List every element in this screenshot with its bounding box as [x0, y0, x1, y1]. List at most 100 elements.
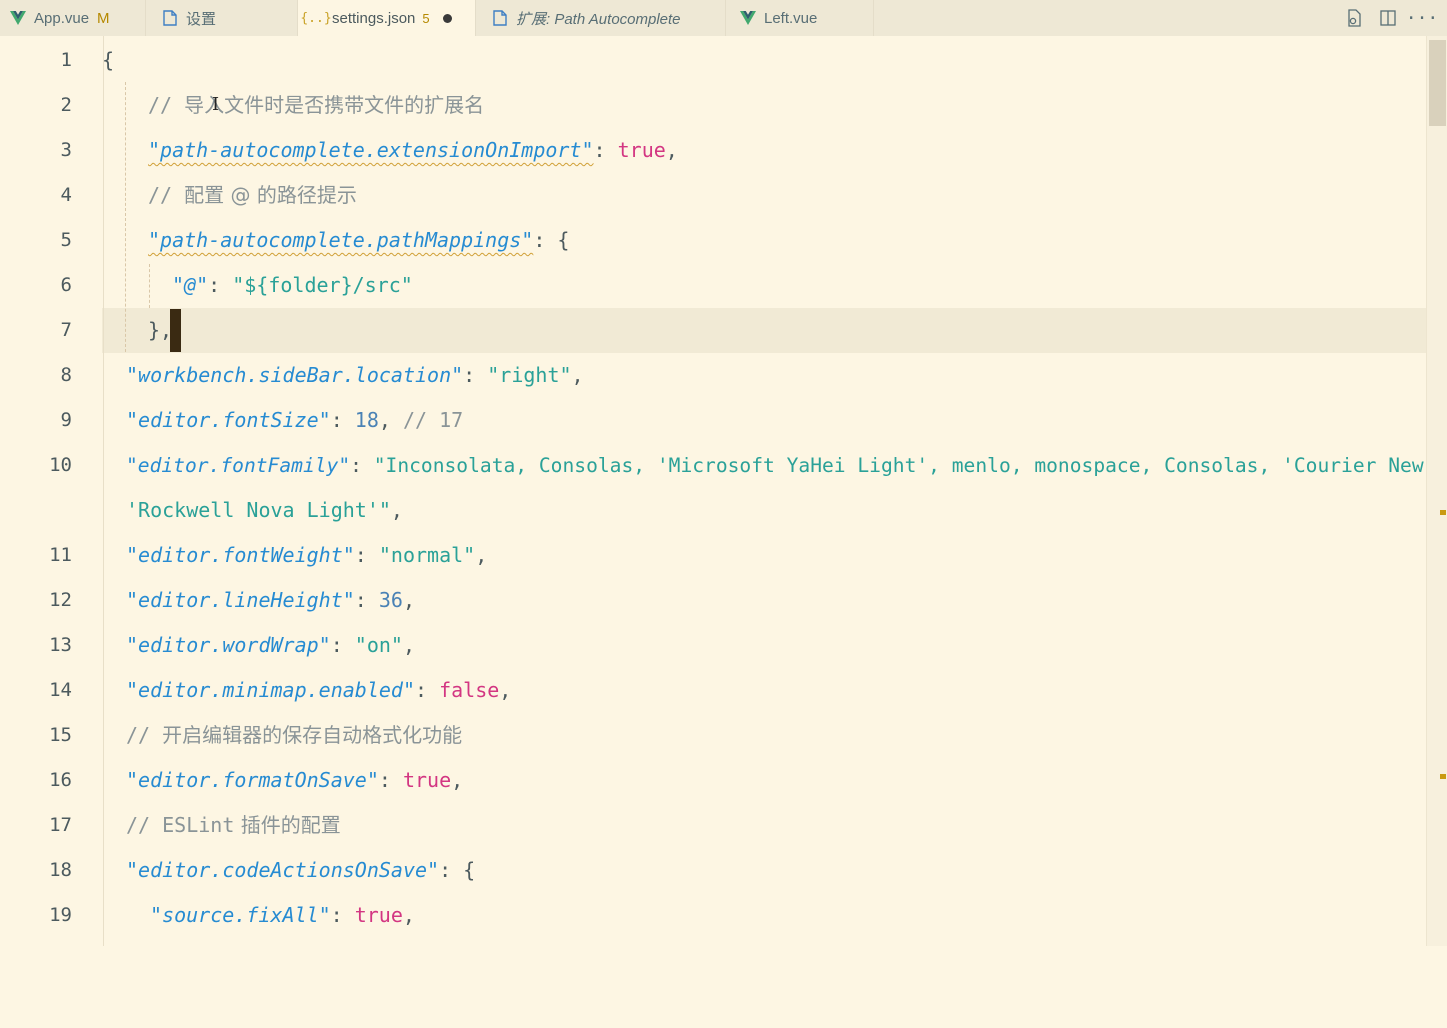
punctuation: , — [378, 408, 403, 432]
vue-icon — [8, 8, 28, 28]
code-line: // 配置 @ 的路径提示 — [0, 173, 1426, 218]
property-key: "editor.lineHeight" — [126, 588, 355, 612]
comment-text: 开启编辑器的保存自动格式化功能 — [162, 723, 463, 747]
property-key: "editor.formatOnSave" — [126, 768, 379, 792]
property-key: "editor.fontWeight" — [126, 543, 355, 567]
colon: : — [378, 768, 403, 792]
property-key: "editor.codeActionsOnSave" — [126, 858, 440, 882]
boolean-value: true — [354, 903, 403, 927]
tab-label: App.vue — [34, 9, 90, 27]
comment-text: 配置 @ 的路径提示 — [184, 183, 357, 207]
property-line: "workbench.sideBar.location": "right", — [126, 353, 584, 398]
colon: : — [463, 363, 488, 387]
open-settings-icon[interactable] — [1343, 7, 1365, 29]
settings-file-icon — [160, 8, 180, 28]
warning-marker — [1440, 510, 1446, 515]
colon: : — [330, 903, 355, 927]
code-line: "editor.codeActionsOnSave": { — [0, 848, 1426, 893]
code-editor[interactable]: 1 2 3 4 5 6 7 8 9 10 11 12 13 14 15 16 1… — [0, 36, 1447, 946]
more-actions-icon[interactable]: ··· — [1406, 7, 1439, 29]
code-line: "path-autocomplete.extensionOnImport": t… — [0, 128, 1426, 173]
problem-count: 5 — [422, 10, 430, 26]
modified-badge: M — [97, 9, 110, 27]
comment-token: // 开启编辑器的保存自动格式化功能 — [126, 713, 462, 758]
property-line: "editor.codeActionsOnSave": { — [126, 848, 475, 893]
comment-text: 插件的配置 — [234, 813, 341, 837]
editor-actions: ··· — [1343, 0, 1439, 36]
property-line: "editor.fontWeight": "normal", — [126, 533, 487, 578]
comment-token: // ESLint 插件的配置 — [126, 803, 341, 848]
colon: : — [593, 138, 618, 162]
code-line: "editor.formatOnSave": true, — [0, 758, 1426, 803]
punctuation: , — [499, 678, 512, 702]
mouse-ibeam-icon: I — [212, 94, 220, 115]
property-line: "source.fixAll": true, — [150, 893, 415, 938]
scrollbar-thumb[interactable] — [1429, 40, 1446, 126]
vertical-scrollbar[interactable] — [1426, 36, 1447, 946]
tab-left-vue[interactable]: Left.vue — [726, 0, 874, 36]
code-line: "editor.wordWrap": "on", — [0, 623, 1426, 668]
code-line: "editor.fontSize": 18, // 17 — [0, 398, 1426, 443]
tab-extension-path-autocomplete[interactable]: 扩展: Path Autocomplete — [476, 0, 726, 36]
punctuation: , — [402, 633, 416, 657]
colon: : — [354, 588, 379, 612]
property-key: "source.fixAll" — [150, 903, 331, 927]
text-cursor — [170, 309, 181, 352]
extension-file-icon — [490, 8, 510, 28]
property-line: "editor.lineHeight": 36, — [126, 578, 415, 623]
property-key: "path-autocomplete.pathMappings" — [148, 228, 534, 252]
code-line: "editor.fontFamily": "Inconsolata, Conso… — [0, 443, 1447, 488]
vue-icon — [738, 8, 758, 28]
code-line-wrapped: 'Rockwell Nova Light'", — [0, 488, 1426, 533]
property-line: "editor.wordWrap": "on", — [126, 623, 415, 668]
property-key: "@" — [172, 273, 209, 297]
comment-slashes: // — [126, 723, 163, 747]
comment-slashes: // — [148, 93, 185, 117]
punctuation: , — [451, 768, 464, 792]
string-value: "Inconsolata, Consolas, 'Microsoft YaHei… — [373, 454, 1447, 477]
colon: : — [330, 408, 355, 432]
tab-app-vue[interactable]: App.vue M — [0, 0, 146, 36]
code-line: "workbench.sideBar.location": "right", — [0, 353, 1426, 398]
code-line: "editor.minimap.enabled": false, — [0, 668, 1426, 713]
unsaved-dot-icon[interactable] — [442, 13, 452, 23]
tab-label: 扩展: Path Autocomplete — [516, 10, 681, 28]
property-key: "editor.minimap.enabled" — [126, 678, 415, 702]
editor-tab-bar: App.vue M 设置 {..} settings.json 5 扩展: Pa… — [0, 0, 1447, 36]
boolean-value: true — [617, 138, 666, 162]
code-line-current: }, — [0, 308, 1426, 353]
comment-slashes: // — [148, 183, 185, 207]
property-key: "path-autocomplete.extensionOnImport" — [148, 138, 594, 162]
json-icon: {..} — [300, 10, 332, 26]
punctuation: , — [665, 138, 678, 162]
number-value: 36 — [378, 588, 403, 612]
code-line: // ESLint 插件的配置 — [0, 803, 1426, 848]
colon: : — [330, 633, 355, 657]
brace-token: { — [557, 228, 570, 252]
string-continuation: 'Rockwell Nova Light'", — [126, 488, 403, 533]
split-editor-icon[interactable] — [1377, 7, 1399, 29]
property-key: "workbench.sideBar.location" — [126, 363, 464, 387]
tab-label: 设置 — [186, 10, 217, 28]
code-line: "path-autocomplete.pathMappings": { — [0, 218, 1426, 263]
colon: : — [354, 543, 379, 567]
code-line: "editor.lineHeight": 36, — [0, 578, 1426, 623]
property-line: "editor.fontFamily": "Inconsolata, Conso… — [126, 443, 1447, 488]
tab-settings-json[interactable]: {..} settings.json 5 — [298, 0, 476, 36]
property-line: "path-autocomplete.extensionOnImport": t… — [148, 128, 678, 173]
code-line: "editor.fontWeight": "normal", — [0, 533, 1426, 578]
string-value: 'Rockwell Nova Light'" — [126, 498, 391, 522]
code-line: { — [0, 38, 1426, 83]
comment-token: // 17 — [402, 408, 464, 432]
property-key: "editor.wordWrap" — [126, 633, 331, 657]
tab-settings[interactable]: 设置 — [146, 0, 298, 36]
punctuation: , — [475, 543, 488, 567]
colon: : — [533, 228, 558, 252]
warning-marker — [1440, 774, 1446, 779]
punctuation: , — [390, 498, 403, 522]
boolean-value: true — [402, 768, 452, 792]
tab-label: settings.json — [332, 9, 416, 27]
punctuation: , — [571, 363, 584, 387]
code-line: // 开启编辑器的保存自动格式化功能 — [0, 713, 1426, 758]
code-line: "@": "${folder}/src" — [0, 263, 1426, 308]
